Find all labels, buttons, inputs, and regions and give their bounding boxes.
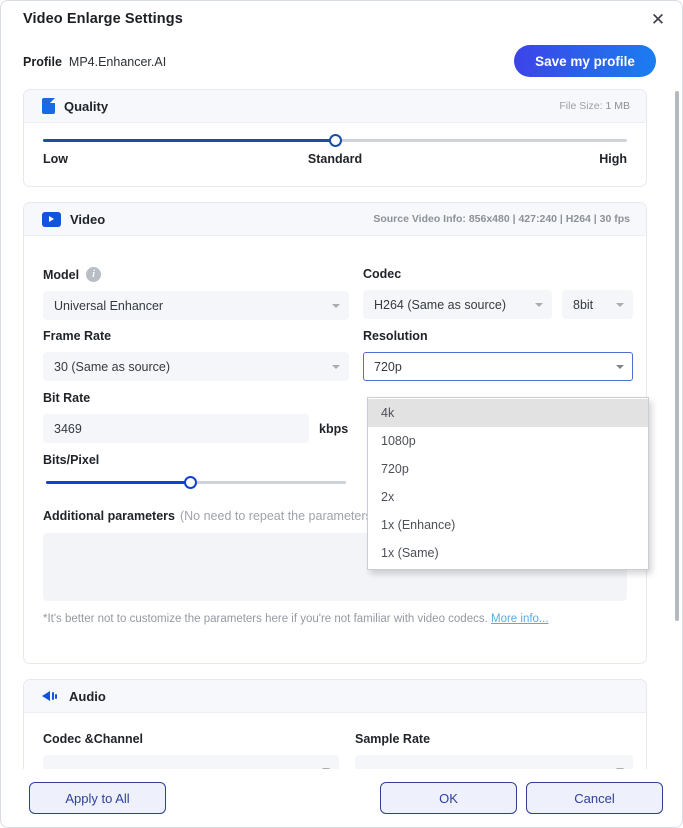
- bit-rate-unit: kbps: [319, 421, 349, 436]
- frame-rate-field: Frame Rate 30 (Same as source): [43, 329, 349, 381]
- chevron-down-icon: [332, 364, 340, 369]
- sample-rate-select[interactable]: [355, 755, 633, 769]
- video-enlarge-settings-dialog: Video Enlarge Settings ✕ Profile MP4.Enh…: [0, 0, 683, 828]
- apply-to-all-button[interactable]: Apply to All: [29, 782, 166, 814]
- video-section-header: Video Source Video Info: 856x480 | 427:2…: [24, 203, 646, 236]
- bits-per-pixel-knob[interactable]: [183, 476, 197, 489]
- bit-rate-field: Bit Rate 3469 kbps: [43, 391, 349, 443]
- resolution-value: 720p: [374, 359, 402, 374]
- bit-rate-row: 3469 kbps: [43, 414, 349, 443]
- sample-rate-label: Sample Rate: [355, 732, 431, 746]
- video-footnote: *It's better not to customize the parame…: [43, 612, 627, 628]
- model-label: Model: [43, 267, 80, 282]
- sample-rate-field: Sample Rate: [355, 732, 633, 769]
- audio-section: Audio Codec &Channel Sample Rate: [23, 679, 647, 769]
- resolution-option[interactable]: 1080p: [368, 427, 648, 455]
- codec-row: H264 (Same as source) 8bit: [363, 290, 633, 319]
- chevron-down-icon: [616, 364, 624, 369]
- codec-select-value: H264 (Same as source): [374, 297, 507, 312]
- model-field: Model i Universal Enhancer: [43, 267, 349, 320]
- codec-channel-label: Codec &Channel: [43, 732, 144, 746]
- resolution-field: Resolution 720p: [363, 329, 633, 381]
- document-icon: [42, 98, 55, 114]
- speaker-icon: [42, 689, 60, 704]
- codec-channel-field: Codec &Channel: [43, 732, 339, 769]
- quality-label-low: Low: [43, 152, 68, 166]
- model-select-value: Universal Enhancer: [54, 298, 164, 313]
- bits-per-pixel-track[interactable]: [46, 476, 346, 489]
- quality-slider-labels: Low Standard High: [43, 152, 627, 166]
- quality-slider-knob[interactable]: [328, 134, 342, 147]
- chevron-down-icon: [332, 303, 340, 308]
- bit-rate-label: Bit Rate: [43, 391, 91, 405]
- profile-value: MP4.Enhancer.AI: [68, 55, 167, 69]
- dialog-footer: Apply to All OK Cancel: [1, 769, 682, 827]
- codec-label: Codec: [363, 267, 402, 281]
- bits-per-pixel-slider[interactable]: [43, 476, 349, 489]
- codec-channel-select[interactable]: [43, 755, 339, 769]
- bits-per-pixel-label: Bits/Pixel: [43, 453, 100, 467]
- quality-section-title: Quality: [64, 98, 109, 114]
- video-footnote-text: *It's better not to customize the parame…: [43, 613, 491, 625]
- resolution-option[interactable]: 720p: [368, 455, 648, 483]
- profile-label: Profile: [23, 55, 62, 69]
- quality-slider-fill: [43, 139, 335, 142]
- bit-depth-value: 8bit: [573, 297, 594, 312]
- profile-row: Profile MP4.Enhancer.AI Save my profile: [23, 45, 656, 79]
- additional-parameters-label: Additional parameters: [43, 509, 175, 523]
- model-label-row: Model i: [43, 267, 349, 282]
- bits-per-pixel-fill: [46, 481, 190, 484]
- bits-per-pixel-field: Bits/Pixel: [43, 453, 349, 489]
- resolution-option[interactable]: 1x (Same): [368, 539, 648, 567]
- save-my-profile-button[interactable]: Save my profile: [514, 45, 656, 77]
- file-size-info: File Size: 1 MB: [559, 100, 630, 112]
- codec-field: Codec H264 (Same as source) 8bit: [363, 267, 633, 319]
- quality-label-high: High: [599, 152, 627, 166]
- video-play-icon: [42, 211, 61, 227]
- resolution-option[interactable]: 2x: [368, 483, 648, 511]
- frame-rate-label: Frame Rate: [43, 329, 112, 343]
- resolution-select[interactable]: 720p: [363, 352, 633, 381]
- vertical-scrollbar[interactable]: [675, 91, 679, 767]
- chevron-down-icon: [535, 302, 543, 307]
- frame-rate-select[interactable]: 30 (Same as source): [43, 352, 349, 381]
- page-title: Video Enlarge Settings: [23, 11, 183, 27]
- model-select[interactable]: Universal Enhancer: [43, 291, 349, 320]
- cancel-button[interactable]: Cancel: [526, 782, 663, 814]
- bit-rate-input[interactable]: 3469: [43, 414, 309, 443]
- resolution-dropdown-menu[interactable]: 4k 1080p 720p 2x 1x (Enhance) 1x (Same): [367, 397, 649, 570]
- info-icon[interactable]: i: [86, 267, 102, 282]
- dialog-titlebar: Video Enlarge Settings ✕: [1, 1, 682, 37]
- ok-button[interactable]: OK: [380, 782, 517, 814]
- resolution-option[interactable]: 4k: [368, 399, 648, 427]
- audio-section-header: Audio: [24, 680, 646, 713]
- resolution-label: Resolution: [363, 329, 428, 343]
- chevron-down-icon: [616, 302, 624, 307]
- vertical-scrollbar-thumb[interactable]: [675, 91, 679, 621]
- bit-depth-select[interactable]: 8bit: [562, 290, 633, 319]
- bit-rate-value: 3469: [54, 421, 82, 436]
- quality-section: Quality File Size: 1 MB Low Standard Hig…: [23, 89, 647, 187]
- file-size-value: 1 MB: [605, 100, 630, 112]
- resolution-option[interactable]: 1x (Enhance): [368, 511, 648, 539]
- quality-slider[interactable]: [43, 134, 627, 147]
- file-size-label: File Size:: [559, 100, 603, 112]
- audio-section-title: Audio: [69, 688, 106, 704]
- frame-rate-value: 30 (Same as source): [54, 359, 171, 374]
- video-section-title: Video: [70, 211, 106, 227]
- quality-label-standard: Standard: [307, 152, 363, 166]
- source-video-info: Source Video Info: 856x480 | 427:240 | H…: [373, 213, 630, 225]
- codec-select[interactable]: H264 (Same as source): [363, 290, 552, 319]
- close-icon[interactable]: ✕: [646, 7, 670, 31]
- quality-section-header: Quality File Size: 1 MB: [24, 90, 646, 123]
- quality-slider-track[interactable]: [43, 134, 627, 147]
- more-info-link[interactable]: More info...: [491, 613, 549, 625]
